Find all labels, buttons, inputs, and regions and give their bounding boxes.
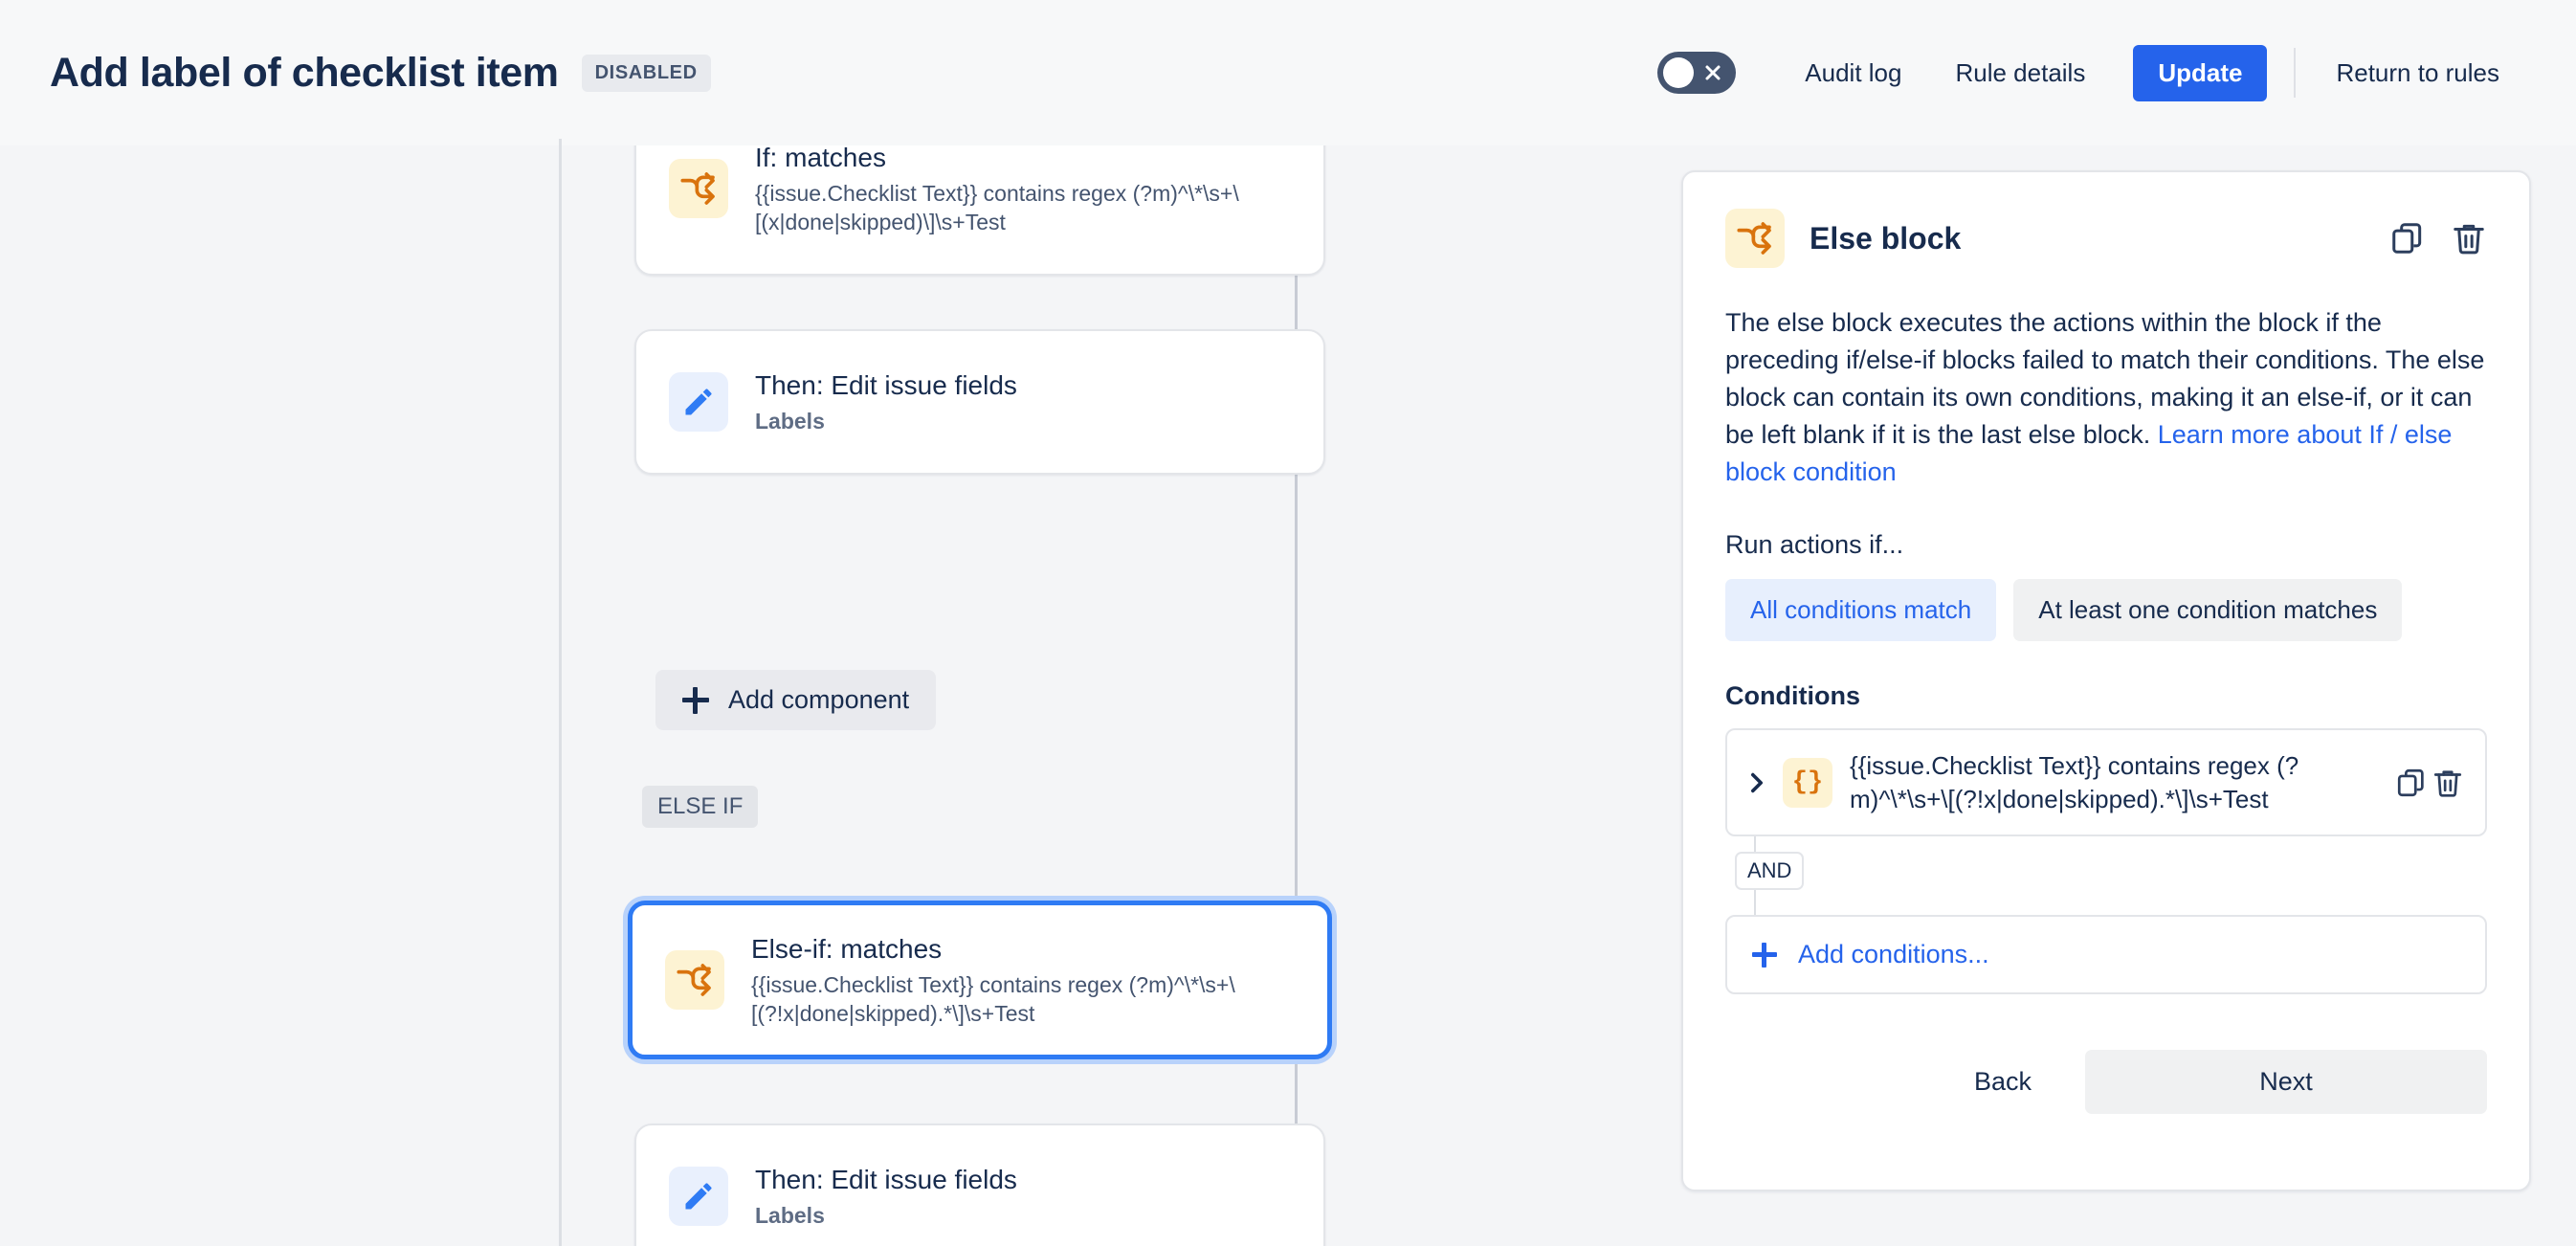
flow-node-then-edit-issue-fields-2[interactable]: Then: Edit issue fields Labels [634,1124,1325,1246]
flow-node-subtitle: Labels [755,407,1017,435]
branch-icon [669,159,728,218]
add-conditions-label: Add conditions... [1798,940,1989,969]
rule-details-link[interactable]: Rule details [1928,58,2112,88]
app-header: Add label of checklist item DISABLED Aud… [0,0,2576,145]
update-button[interactable]: Update [2133,45,2267,101]
add-component-label: Add component [728,685,909,715]
flow-node-if-matches[interactable]: If: matches {{issue.Checklist Text}} con… [634,145,1325,276]
panel-footer: Back Next [1725,1050,2487,1114]
else-block-details-panel: Else block The else block executes the a… [1681,170,2531,1191]
flow-node-text: If: matches {{issue.Checklist Text}} con… [755,145,1291,236]
plus-icon [1752,943,1777,968]
rule-flow-canvas: If: matches {{issue.Checklist Text}} con… [560,145,1679,1246]
add-component-button-1[interactable]: Add component [655,670,936,730]
header-divider [2294,48,2296,98]
flow-node-subtitle: {{issue.Checklist Text}} contains regex … [751,970,1295,1029]
branch-icon [1725,209,1785,268]
next-button[interactable]: Next [2085,1050,2487,1114]
audit-log-link[interactable]: Audit log [1778,58,1928,88]
flow-node-title: Then: Edit issue fields [755,368,1017,402]
smart-value-icon: {} [1783,758,1832,808]
rule-enabled-toggle[interactable] [1657,52,1736,94]
copy-icon[interactable] [2395,767,2428,799]
condition-actions [2395,767,2464,799]
flow-node-title: Else-if: matches [751,932,1295,966]
flow-node-text: Else-if: matches {{issue.Checklist Text}… [751,932,1295,1029]
condition-row[interactable]: {} {{issue.Checklist Text}} contains reg… [1725,728,2487,836]
run-actions-label: Run actions if... [1725,530,2487,560]
operator-pill[interactable]: AND [1735,852,1804,890]
panel-header: Else block [1725,209,2487,268]
flow-node-title: If: matches [755,145,1291,174]
close-icon [1703,63,1722,82]
flow-node-text: Then: Edit issue fields Labels [755,1163,1017,1230]
flow-node-text: Then: Edit issue fields Labels [755,368,1017,435]
return-to-rules-link[interactable]: Return to rules [2309,58,2526,88]
plus-icon [682,687,709,714]
panel-title: Else block [1810,221,2365,256]
chevron-right-icon[interactable] [1748,769,1765,796]
flow-node-then-edit-issue-fields-1[interactable]: Then: Edit issue fields Labels [634,329,1325,475]
condition-text: {{issue.Checklist Text}} contains regex … [1850,749,2378,815]
header-left-group: Add label of checklist item DISABLED [50,50,711,97]
else-if-pill: ELSE IF [642,786,758,828]
run-actions-segmented-control: All conditions match At least one condit… [1725,579,2487,641]
seg-at-least-one-condition-matches[interactable]: At least one condition matches [2013,579,2402,641]
conditions-label: Conditions [1725,681,2487,711]
panel-description: The else block executes the actions with… [1725,304,2487,490]
pencil-icon [669,372,728,432]
trash-icon[interactable] [2451,220,2487,256]
toggle-knob [1663,57,1694,88]
branch-icon [665,950,724,1010]
panel-header-actions [2389,220,2487,256]
flow-node-subtitle: Labels [755,1201,1017,1230]
seg-all-conditions-match[interactable]: All conditions match [1725,579,1996,641]
pencil-icon [669,1167,728,1226]
back-button[interactable]: Back [1953,1052,2053,1112]
flow-node-else-if-matches[interactable]: Else-if: matches {{issue.Checklist Text}… [628,901,1332,1059]
condition-operator-connector: AND [1725,836,2487,915]
header-right-group: Audit log Rule details Update Return to … [1657,45,2526,101]
flow-node-title: Then: Edit issue fields [755,1163,1017,1196]
page-title: Add label of checklist item [50,50,559,97]
copy-icon[interactable] [2389,220,2426,256]
add-conditions-button[interactable]: Add conditions... [1725,915,2487,994]
status-badge: DISABLED [582,55,711,92]
flow-node-subtitle: {{issue.Checklist Text}} contains regex … [755,179,1291,237]
trash-icon[interactable] [2432,767,2464,799]
